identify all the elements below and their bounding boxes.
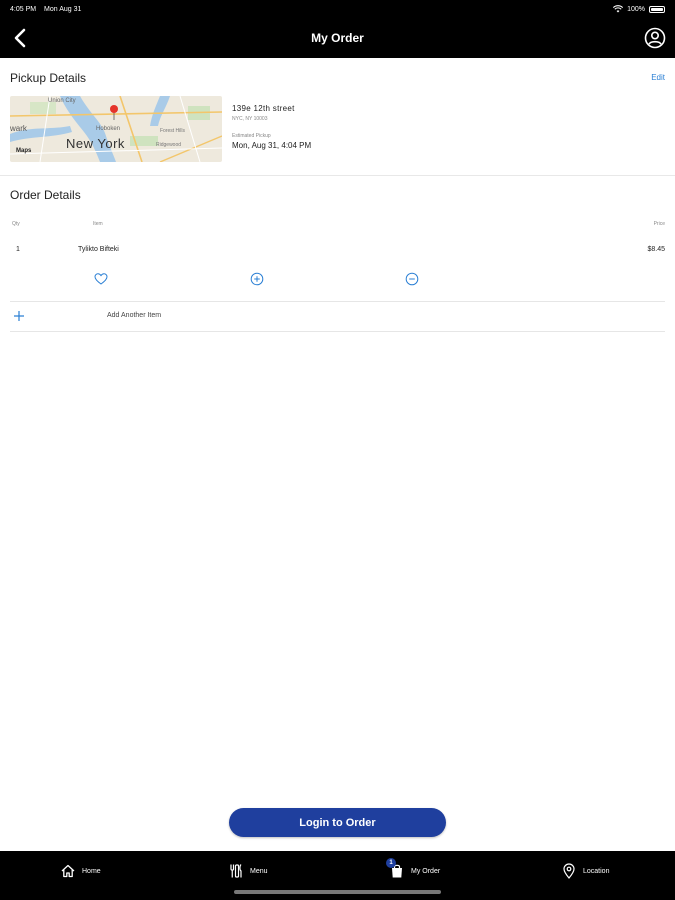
item-name: Tylikto Bifteki [78,246,119,253]
column-qty: Qty [12,221,20,227]
tab-location[interactable]: Location [561,863,609,879]
pickup-map[interactable]: Union City wark Hoboken Forest Hills New… [10,96,222,162]
heart-icon[interactable] [94,272,108,286]
pickup-details-title: Pickup Details [10,71,87,85]
status-bar: 4:05 PM Mon Aug 31 100% [10,3,665,15]
minus-circle-icon[interactable] [405,272,419,286]
status-time: 4:05 PM [10,5,37,13]
location-pin-icon [563,863,575,879]
profile-button[interactable] [643,26,667,50]
tab-location-label: Location [583,867,610,875]
tab-my-order-label: My Order [411,867,441,875]
map-attribution: Maps [16,148,32,154]
column-price: Price [653,221,665,227]
tab-home[interactable]: Home [60,863,101,879]
page-title: My Order [311,31,364,45]
add-another-item-button[interactable]: Add Another Item [107,312,161,319]
row-divider [10,301,665,302]
tab-menu[interactable]: Menu [228,863,268,879]
order-details-title: Order Details [10,188,81,202]
wifi-icon [613,5,624,13]
item-price: $8.45 [647,246,665,253]
map-label-newark: wark [10,124,27,133]
estimated-pickup-time: Mon, Aug 31, 4:04 PM [232,141,312,150]
pickup-address: 139e 12th street NYC, NY 10003 Estimated… [232,104,311,150]
plus-icon[interactable] [13,310,25,322]
estimated-pickup-label: Estimated Pickup [232,133,271,139]
column-item: Item [93,221,103,227]
tab-home-label: Home [82,867,101,875]
address-city: NYC, NY 10003 [232,116,268,122]
tab-my-order[interactable]: 1 My Order [386,858,441,879]
item-qty: 1 [16,246,20,253]
home-indicator [234,890,441,894]
chevron-left-icon [14,28,26,48]
map-label-new-york: New York [66,136,125,151]
top-bar: 4:05 PM Mon Aug 31 100% My Order [0,0,675,58]
status-date: Mon Aug 31 [44,5,82,13]
map-label-forest-hills: Forest Hills [160,128,186,134]
section-divider [0,175,675,176]
login-to-order-button[interactable]: Login to Order [229,808,446,837]
menu-icon [230,864,242,878]
address-street: 139e 12th street [232,104,295,113]
row-divider [10,331,665,332]
map-label-hoboken: Hoboken [96,126,121,132]
user-icon [644,27,666,49]
edit-pickup-link[interactable]: Edit [651,73,665,82]
map-label-ridgewood: Ridgewood [156,142,182,148]
back-button[interactable] [8,24,32,52]
battery-icon [649,5,665,13]
map-label-union-city: Union City [48,98,76,104]
plus-circle-icon[interactable] [250,272,264,286]
tab-menu-label: Menu [250,867,268,875]
battery-percent: 100% [627,5,645,13]
home-icon [61,864,75,878]
order-count-badge: 1 [386,858,396,868]
